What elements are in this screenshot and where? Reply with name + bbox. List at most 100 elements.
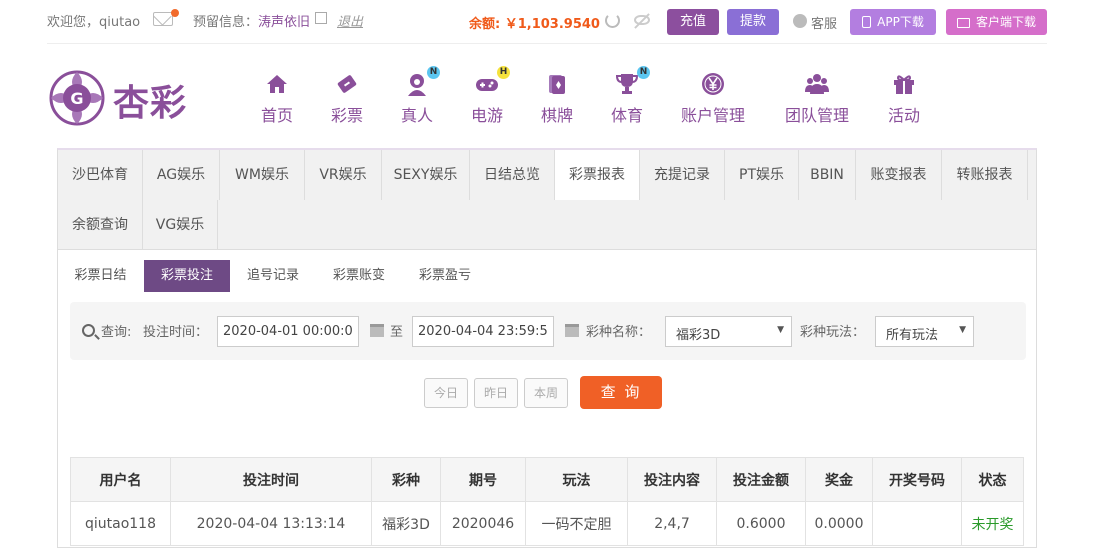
chevron-down-icon: ▼ [959, 325, 966, 335]
refresh-icon[interactable] [605, 13, 620, 28]
monitor-icon [956, 18, 970, 28]
edit-icon[interactable] [315, 12, 327, 24]
tab-bbin[interactable]: BBIN [799, 150, 856, 200]
trophy-icon: N [615, 66, 650, 96]
tab-vg[interactable]: VG娱乐 [143, 200, 218, 250]
phone-icon [862, 16, 872, 28]
lottery-name-select[interactable]: 福彩3D ▼ [665, 316, 792, 347]
col-issue: 期号 [440, 457, 526, 502]
calendar-icon[interactable] [370, 324, 384, 337]
ticket-icon [337, 75, 357, 93]
subtab-lottery-pnl[interactable]: 彩票盈亏 [402, 260, 488, 292]
cell-issue: 2020046 [440, 501, 526, 546]
col-play: 玩法 [525, 457, 628, 502]
col-bet-amount: 投注金额 [716, 457, 806, 502]
nav-home[interactable]: 首页 [259, 72, 295, 126]
team-icon [805, 74, 829, 94]
query-label: 查询: [101, 325, 132, 340]
tab-vr[interactable]: VR娱乐 [305, 150, 382, 200]
bets-table: 用户名 投注时间 彩种 期号 玩法 投注内容 投注金额 奖金 开奖号码 状态 q… [70, 457, 1024, 546]
col-bet-time: 投注时间 [170, 457, 372, 502]
yen-icon [702, 73, 724, 95]
logout-link[interactable]: 退出 [337, 11, 363, 30]
dealer-icon: N [405, 66, 440, 96]
gamepad-icon: H [475, 66, 510, 96]
mail-icon[interactable] [153, 12, 173, 26]
this-week-button[interactable]: 本周 [524, 378, 568, 408]
table-header-row: 用户名 投注时间 彩种 期号 玩法 投注内容 投注金额 奖金 开奖号码 状态 [70, 457, 1024, 502]
tab-daily-overview[interactable]: 日结总览 [470, 150, 555, 200]
nav-sports[interactable]: N 体育 [609, 66, 650, 126]
customer-service-link[interactable]: 客服 [811, 13, 837, 32]
withdraw-button[interactable]: 提款 [727, 9, 779, 35]
report-panel: 沙巴体育 AG娱乐 WM娱乐 VR娱乐 SEXY娱乐 日结总览 彩票报表 充提记… [57, 148, 1037, 548]
main-tabs: 沙巴体育 AG娱乐 WM娱乐 VR娱乐 SEXY娱乐 日结总览 彩票报表 充提记… [58, 150, 1036, 250]
cell-username: qiutao118 [70, 501, 171, 546]
cell-status: 未开奖 [961, 501, 1024, 546]
reserve-value: 涛声依旧 [258, 15, 311, 30]
new-badge: N [427, 66, 440, 79]
tab-transfer-report[interactable]: 转账报表 [942, 150, 1028, 200]
play-type-select[interactable]: 所有玩法 ▼ [875, 316, 974, 347]
cell-lottery: 福彩3D [371, 501, 441, 546]
home-icon [267, 75, 287, 93]
lottery-name-label: 彩种名称： [586, 325, 652, 340]
recharge-button[interactable]: 充值 [667, 9, 719, 35]
col-lottery: 彩种 [371, 457, 441, 502]
query-bar: 查询: 投注时间： 至 彩种名称： 福彩3D▼ 彩种玩法： 所有玩法▼ [70, 302, 1026, 360]
nav-live[interactable]: N 真人 [399, 66, 440, 126]
client-download-button[interactable]: 客户端下载 [946, 9, 1047, 35]
nav-activity[interactable]: 活动 [886, 72, 922, 126]
greeting: 欢迎您，qiutao [47, 15, 141, 30]
calendar-icon[interactable] [565, 324, 579, 337]
cell-prize: 0.0000 [805, 501, 873, 546]
tab-saba-sports[interactable]: 沙巴体育 [58, 150, 143, 200]
search-icon [82, 324, 95, 337]
subtab-chase-records[interactable]: 追号记录 [230, 260, 316, 292]
mail-unread-dot [171, 9, 179, 17]
today-button[interactable]: 今日 [424, 378, 468, 408]
query-button[interactable]: 查 询 [580, 376, 662, 409]
subtab-lottery-bets[interactable]: 彩票投注 [144, 260, 230, 292]
to-label: 至 [390, 325, 404, 340]
nav-lottery[interactable]: 彩票 [329, 72, 365, 126]
cell-draw-number [872, 501, 962, 546]
customer-service-icon[interactable] [793, 14, 807, 28]
start-time-input[interactable] [217, 316, 359, 347]
subtab-lottery-daily[interactable]: 彩票日结 [58, 260, 143, 292]
logo-text[interactable]: 杏彩 [113, 74, 187, 126]
tab-deposit-records[interactable]: 充提记录 [640, 150, 725, 200]
col-status: 状态 [961, 457, 1024, 502]
top-bar: 欢迎您，qiutao 预留信息：涛声依旧 退出 余额: ￥1,103.9540 … [47, 0, 1047, 44]
cell-play: 一码不定胆 [525, 501, 628, 546]
play-type-label: 彩种玩法： [800, 325, 866, 340]
chevron-down-icon: ▼ [777, 325, 784, 335]
nav-account[interactable]: 账户管理 [679, 72, 747, 126]
tab-sexy[interactable]: SEXY娱乐 [382, 150, 470, 200]
svg-text:G: G [70, 89, 83, 108]
col-username: 用户名 [70, 457, 171, 502]
tab-lottery-report[interactable]: 彩票报表 [555, 150, 640, 200]
gift-icon [894, 75, 914, 94]
yesterday-button[interactable]: 昨日 [474, 378, 518, 408]
new-badge: N [637, 66, 650, 79]
hide-balance-icon[interactable] [634, 15, 650, 25]
nav-chess[interactable]: 棋牌 [539, 72, 575, 126]
col-draw-number: 开奖号码 [872, 457, 962, 502]
bet-time-label: 投注时间： [143, 325, 209, 340]
col-bet-content: 投注内容 [627, 457, 717, 502]
app-download-button[interactable]: APP下载 [850, 9, 936, 35]
tab-account-changes[interactable]: 账变报表 [856, 150, 942, 200]
logo-icon[interactable]: G [47, 68, 107, 128]
nav-team[interactable]: 团队管理 [783, 72, 851, 126]
tab-ag[interactable]: AG娱乐 [143, 150, 220, 200]
cell-bet-amount: 0.6000 [716, 501, 806, 546]
end-time-input[interactable] [412, 316, 554, 347]
tab-pt[interactable]: PT娱乐 [725, 150, 799, 200]
tab-balance-query[interactable]: 余额查询 [58, 200, 143, 250]
col-prize: 奖金 [805, 457, 873, 502]
tab-wm[interactable]: WM娱乐 [220, 150, 305, 200]
cards-icon [549, 75, 565, 94]
nav-egames[interactable]: H 电游 [469, 66, 510, 126]
subtab-lottery-changes[interactable]: 彩票账变 [316, 260, 402, 292]
